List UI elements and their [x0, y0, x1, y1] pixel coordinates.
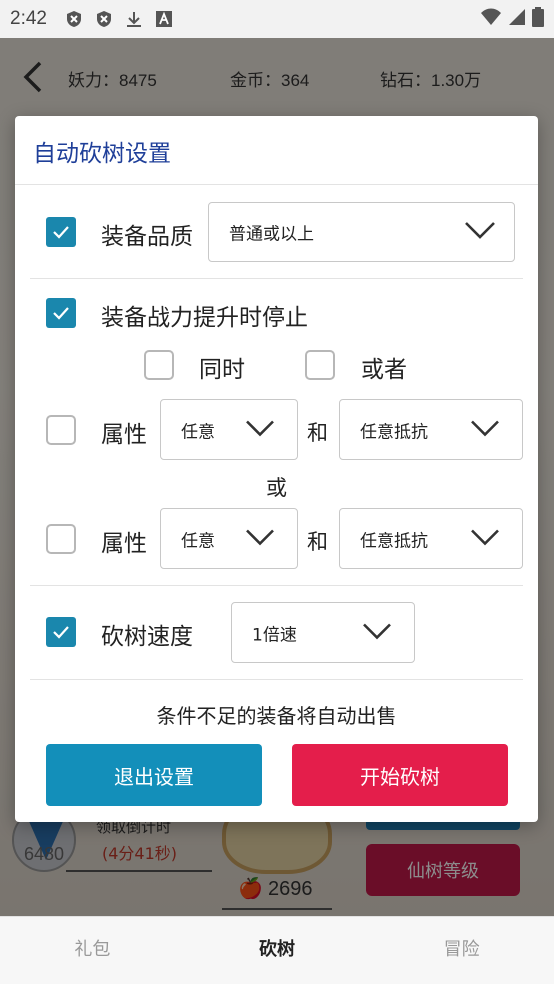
chevron-down-icon — [470, 419, 500, 440]
attr1-resist-value: 任意抵抗 — [360, 422, 428, 442]
font-icon — [155, 10, 173, 28]
power-stop-checkbox[interactable] — [46, 298, 76, 328]
nav-chop-tree[interactable]: 砍树 — [185, 917, 370, 984]
row-divider — [30, 679, 523, 680]
speed-select[interactable]: 1倍速 — [231, 602, 415, 663]
dialog-title: 自动砍树设置 — [33, 141, 171, 167]
check-icon — [53, 226, 69, 239]
or-label: 或 — [266, 476, 287, 500]
attr2-resist-select[interactable]: 任意抵抗 — [339, 508, 523, 569]
check-icon — [53, 626, 69, 639]
title-divider — [15, 184, 538, 185]
attr1-type-select[interactable]: 任意 — [160, 399, 298, 460]
exit-settings-button[interactable]: 退出设置 — [46, 744, 262, 806]
download-icon — [125, 10, 143, 28]
attr2-label: 属性 — [101, 531, 147, 557]
chevron-down-icon — [470, 528, 500, 549]
speed-checkbox[interactable] — [46, 617, 76, 647]
attr2-type-value: 任意 — [181, 531, 215, 551]
nav-gift[interactable]: 礼包 — [0, 917, 185, 984]
attr1-resist-select[interactable]: 任意抵抗 — [339, 399, 523, 460]
bottom-nav: 礼包 砍树 冒险 — [0, 916, 554, 984]
chevron-down-icon — [245, 419, 275, 440]
attr2-type-select[interactable]: 任意 — [160, 508, 298, 569]
shield-icon — [65, 10, 83, 28]
quality-label: 装备品质 — [101, 224, 193, 250]
either-checkbox[interactable] — [305, 350, 335, 380]
attr1-label: 属性 — [101, 422, 147, 448]
start-chopping-button[interactable]: 开始砍树 — [292, 744, 508, 806]
battery-icon — [532, 7, 544, 31]
speed-label: 砍树速度 — [101, 624, 193, 650]
either-label: 或者 — [361, 357, 407, 383]
chevron-down-icon — [464, 221, 496, 243]
and-label: 和 — [307, 421, 328, 445]
simultaneous-checkbox[interactable] — [144, 350, 174, 380]
quality-select-value: 普通或以上 — [229, 224, 314, 245]
attr1-type-value: 任意 — [181, 422, 215, 442]
signal-icon — [508, 8, 526, 30]
status-bar: 2:42 — [0, 0, 554, 38]
chevron-down-icon — [362, 622, 392, 643]
attr2-resist-value: 任意抵抗 — [360, 531, 428, 551]
wifi-icon — [480, 8, 502, 30]
auto-sell-notice: 条件不足的装备将自动出售 — [156, 704, 397, 728]
power-stop-label: 装备战力提升时停止 — [101, 305, 308, 331]
auto-chop-settings-dialog: 自动砍树设置 装备品质 普通或以上 装备战力提升时停止 同时 或者 属性 任意 … — [15, 116, 538, 822]
simultaneous-label: 同时 — [199, 357, 245, 383]
row-divider — [30, 278, 523, 279]
attr1-checkbox[interactable] — [46, 415, 76, 445]
and-label: 和 — [307, 530, 328, 554]
quality-select[interactable]: 普通或以上 — [208, 202, 515, 262]
check-icon — [53, 307, 69, 320]
speed-select-value: 1倍速 — [252, 625, 297, 645]
status-time: 2:42 — [10, 8, 47, 29]
chevron-down-icon — [245, 528, 275, 549]
row-divider — [30, 585, 523, 586]
quality-checkbox[interactable] — [46, 217, 76, 247]
attr2-checkbox[interactable] — [46, 524, 76, 554]
nav-adventure[interactable]: 冒险 — [369, 917, 554, 984]
shield-icon — [95, 10, 113, 28]
